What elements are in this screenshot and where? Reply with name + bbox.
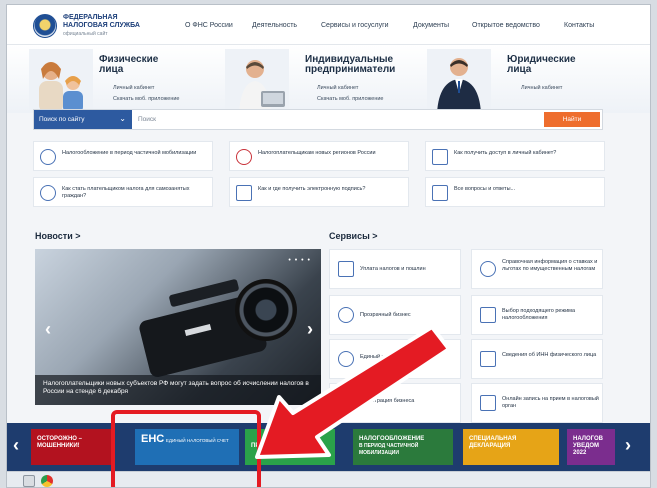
banner-tax-notices[interactable]: НАЛОГОВ УВЕДОМ 2022 [567,429,615,465]
nav-documents[interactable]: Документы [413,22,449,29]
chrome-icon[interactable] [41,475,53,487]
businessman-photo-icon [427,49,491,113]
quick-card-e-signature[interactable]: Как и где получить электронную подпись? [229,177,409,207]
id-card-icon [480,351,496,367]
persona-individuals-line2: лица [99,64,124,75]
browser-page: ФЕДЕРАЛЬНАЯ НАЛОГОВАЯ СЛУЖБА официальный… [6,4,651,488]
persona-entrepreneurs-title[interactable]: Индивидуальные предприниматели [305,55,395,75]
persona-legal-title[interactable]: Юридические лица [507,55,576,75]
persona-section: Физические лица Личный кабинет Скачать м… [7,45,650,113]
persona-entrepreneurs-line2: предприниматели [305,64,396,75]
service-tax-regime[interactable]: Выбор подходящего режима налогообложения [471,295,603,335]
red-arrow-icon [255,325,451,459]
search-scope-label: Поиск по сайту [39,116,85,123]
quick-card-all-faq[interactable]: Все вопросы и ответы... [425,177,605,207]
quick-card-self-employed[interactable]: Как стать плательщиком налога для самоза… [33,177,213,207]
quick-card-mobilization[interactable]: Налогообложение в период частичной мобил… [33,141,213,171]
quick-card-label: Как получить доступ в личный кабинет? [454,150,557,156]
search-bar: Поиск по сайту ⌄ Поиск Найти [33,109,603,130]
search-button[interactable]: Найти [544,112,600,127]
calendar-icon [480,395,496,411]
banner-line: ДЕКЛАРАЦИЯ [469,443,511,449]
banner-fraud-warning[interactable]: ОСТОРОЖНО – МОШЕННИКИ! [31,429,111,465]
people-icon [40,185,56,201]
taskbar [7,471,650,487]
quick-card-label: Все вопросы и ответы... [454,186,516,192]
legal-cabinet-link[interactable]: Личный кабинет [521,85,562,91]
banner-line: УВЕДОМ [573,443,600,449]
logo-line-1: ФЕДЕРАЛЬНАЯ [63,14,118,21]
search-scope-dropdown[interactable]: Поиск по сайту ⌄ [34,110,132,129]
dots-icon [480,261,496,277]
banner-prev-icon[interactable]: ‹ [13,435,19,456]
quick-card-label: Налогоплательщикам новых регионов России [258,150,376,156]
service-property-rates[interactable]: Справочная информация о ставках и льгота… [471,249,603,289]
window-icon[interactable] [23,475,35,487]
nav-open-agency[interactable]: Открытое ведомство [472,22,540,29]
chevron-down-icon: ⌄ [119,114,126,123]
service-label: Выбор подходящего режима налогообложения [502,308,575,321]
entrepreneurs-cabinet-link[interactable]: Личный кабинет [317,85,358,91]
service-label: Уплата налогов и пошлин [360,266,426,272]
banner-line: МОШЕННИКИ! [37,443,80,449]
emblem-icon [40,149,56,165]
quick-card-label: Как стать плательщиком налога для самоза… [62,186,190,199]
banner-line: ОСТОРОЖНО – [37,436,82,442]
service-label: Справочная информация о ставках и льгота… [502,259,598,272]
service-online-appointment[interactable]: Онлайн запись на прием в налоговый орган [471,383,603,423]
persona-legal-line2: лица [507,64,532,75]
news-heading[interactable]: Новости > [35,231,81,241]
quick-card-new-regions[interactable]: Налогоплательщикам новых регионов России [229,141,409,171]
fns-emblem-icon[interactable] [33,14,57,38]
site-logo-text[interactable]: ФЕДЕРАЛЬНАЯ НАЛОГОВАЯ СЛУЖБА официальный… [63,14,140,38]
service-label: Сведения об ИНН физического лица [502,352,597,358]
banner-special-declaration[interactable]: СПЕЦИАЛЬНАЯ ДЕКЛАРАЦИЯ [463,429,559,465]
individuals-cabinet-link[interactable]: Личный кабинет [113,85,154,91]
payment-icon [338,261,354,277]
logo-subtitle: официальный сайт [63,31,108,37]
quick-card-label: Налогообложение в период частичной мобил… [62,150,197,156]
entrepreneurs-app-link[interactable]: Скачать моб. приложение [317,96,383,102]
service-label: Онлайн запись на прием в налоговый орган [502,396,599,409]
site-header: ФЕДЕРАЛЬНАЯ НАЛОГОВАЯ СЛУЖБА официальный… [7,5,650,45]
carousel-dots[interactable]: • • • • [288,257,311,264]
banner-next-icon[interactable]: › [625,435,631,456]
building-icon [432,149,448,165]
signature-icon [236,185,252,201]
document-icon [432,185,448,201]
services-heading[interactable]: Сервисы > [329,231,378,241]
entrepreneur-photo-icon [225,49,289,113]
quick-card-label: Как и где получить электронную подпись? [258,186,366,192]
service-inn-info[interactable]: Сведения об ИНН физического лица [471,339,603,379]
carousel-prev-icon[interactable]: ‹ [45,319,51,340]
nav-contacts[interactable]: Контакты [564,22,594,29]
nav-activity[interactable]: Деятельность [252,22,297,29]
logo-line-2: НАЛОГОВАЯ СЛУЖБА [63,22,140,29]
sliders-icon [480,307,496,323]
individuals-app-link[interactable]: Скачать моб. приложение [113,96,179,102]
nav-services[interactable]: Сервисы и госуслуги [321,22,389,29]
nav-about[interactable]: О ФНС России [185,22,233,29]
service-tax-payment[interactable]: Уплата налогов и пошлин [329,249,461,289]
banner-line: СПЕЦИАЛЬНАЯ [469,436,517,442]
banner-line: 2022 [573,450,587,456]
persona-individuals-title[interactable]: Физические лица [99,55,158,75]
location-pin-icon [236,149,252,165]
banner-line: НАЛОГОВ [573,436,603,442]
quick-card-cabinet-access[interactable]: Как получить доступ в личный кабинет? [425,141,605,171]
search-input[interactable]: Поиск [138,116,156,123]
family-photo-icon [29,49,93,113]
